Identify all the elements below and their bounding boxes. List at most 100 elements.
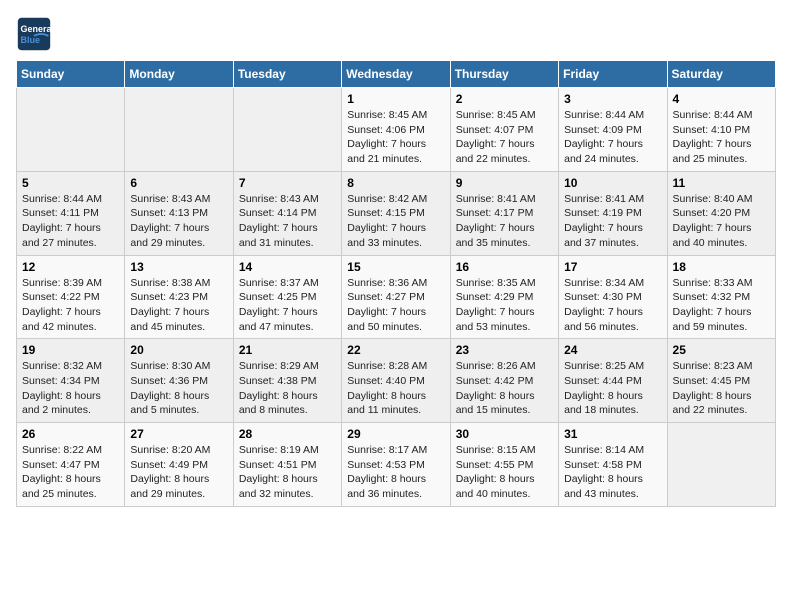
day-number: 1: [347, 92, 444, 106]
day-number: 25: [673, 343, 770, 357]
calendar-cell: 28Sunrise: 8:19 AMSunset: 4:51 PMDayligh…: [233, 423, 341, 507]
day-number: 5: [22, 176, 119, 190]
day-number: 22: [347, 343, 444, 357]
calendar-cell: 26 Sunrise: 8:22 AMSunset: 4:47 PMDayligh…: [17, 423, 125, 507]
calendar-body: 1 Sunrise: 8:45 AMSunset: 4:06 PMDaylight…: [17, 88, 776, 507]
calendar-week-2: 5 Sunrise: 8:44 AMSunset: 4:11 PMDaylight…: [17, 171, 776, 255]
calendar-cell: 25 Sunrise: 8:23 AMSunset: 4:45 PMDayligh…: [667, 339, 775, 423]
day-number: 23: [456, 343, 553, 357]
calendar-cell: 24 Sunrise: 8:25 AMSunset: 4:44 PMDayligh…: [559, 339, 667, 423]
calendar-week-4: 19Sunrise: 8:32 AMSunset: 4:34 PMDayligh…: [17, 339, 776, 423]
day-number: 4: [673, 92, 770, 106]
calendar-cell: 13 Sunrise: 8:38 AMSunset: 4:23 PMDayligh…: [125, 255, 233, 339]
calendar-table: SundayMondayTuesdayWednesdayThursdayFrid…: [16, 60, 776, 507]
calendar-cell: 23Sunrise: 8:26 AMSunset: 4:42 PMDayligh…: [450, 339, 558, 423]
calendar-cell: 18 Sunrise: 8:33 AMSunset: 4:32 PMDayligh…: [667, 255, 775, 339]
calendar-cell: 19Sunrise: 8:32 AMSunset: 4:34 PMDayligh…: [17, 339, 125, 423]
calendar-cell: 30Sunrise: 8:15 AMSunset: 4:55 PMDayligh…: [450, 423, 558, 507]
calendar-cell: 10 Sunrise: 8:41 AMSunset: 4:19 PMDayligh…: [559, 171, 667, 255]
calendar-cell: [667, 423, 775, 507]
day-number: 26: [22, 427, 119, 441]
day-number: 2: [456, 92, 553, 106]
day-number: 29: [347, 427, 444, 441]
day-info: Sunrise: 8:22 AMSunset: 4:47 PMDaylight:…: [22, 443, 119, 502]
day-number: 30: [456, 427, 553, 441]
day-info: Sunrise: 8:44 AMSunset: 4:11 PMDaylight:…: [22, 192, 119, 251]
calendar-cell: 3 Sunrise: 8:44 AMSunset: 4:09 PMDaylight…: [559, 88, 667, 172]
day-number: 31: [564, 427, 661, 441]
day-info: Sunrise: 8:41 AMSunset: 4:19 PMDaylight:…: [564, 192, 661, 251]
day-info: Sunrise: 8:44 AMSunset: 4:10 PMDaylight:…: [673, 108, 770, 167]
day-number: 8: [347, 176, 444, 190]
day-info: Sunrise: 8:14 AMSunset: 4:58 PMDaylight:…: [564, 443, 661, 502]
day-number: 21: [239, 343, 336, 357]
day-info: Sunrise: 8:30 AMSunset: 4:36 PMDaylight:…: [130, 359, 227, 418]
day-info: Sunrise: 8:44 AMSunset: 4:09 PMDaylight:…: [564, 108, 661, 167]
logo-icon: General Blue: [16, 16, 52, 52]
day-number: 15: [347, 260, 444, 274]
calendar-cell: 21 Sunrise: 8:29 AMSunset: 4:38 PMDayligh…: [233, 339, 341, 423]
day-number: 28: [239, 427, 336, 441]
weekday-header-wednesday: Wednesday: [342, 61, 450, 88]
day-number: 11: [673, 176, 770, 190]
day-number: 3: [564, 92, 661, 106]
weekday-row: SundayMondayTuesdayWednesdayThursdayFrid…: [17, 61, 776, 88]
day-number: 13: [130, 260, 227, 274]
day-number: 16: [456, 260, 553, 274]
day-number: 9: [456, 176, 553, 190]
calendar-cell: 5 Sunrise: 8:44 AMSunset: 4:11 PMDaylight…: [17, 171, 125, 255]
weekday-header-thursday: Thursday: [450, 61, 558, 88]
day-info: Sunrise: 8:37 AMSunset: 4:25 PMDaylight:…: [239, 276, 336, 335]
day-info: Sunrise: 8:33 AMSunset: 4:32 PMDaylight:…: [673, 276, 770, 335]
day-number: 7: [239, 176, 336, 190]
weekday-header-sunday: Sunday: [17, 61, 125, 88]
day-info: Sunrise: 8:41 AMSunset: 4:17 PMDaylight:…: [456, 192, 553, 251]
day-info: Sunrise: 8:45 AMSunset: 4:06 PMDaylight:…: [347, 108, 444, 167]
day-info: Sunrise: 8:25 AMSunset: 4:44 PMDaylight:…: [564, 359, 661, 418]
day-info: Sunrise: 8:43 AMSunset: 4:14 PMDaylight:…: [239, 192, 336, 251]
calendar-cell: 14 Sunrise: 8:37 AMSunset: 4:25 PMDayligh…: [233, 255, 341, 339]
day-number: 14: [239, 260, 336, 274]
day-number: 12: [22, 260, 119, 274]
calendar-cell: [125, 88, 233, 172]
day-info: Sunrise: 8:17 AMSunset: 4:53 PMDaylight:…: [347, 443, 444, 502]
calendar-week-3: 12Sunrise: 8:39 AMSunset: 4:22 PMDayligh…: [17, 255, 776, 339]
day-info: Sunrise: 8:42 AMSunset: 4:15 PMDaylight:…: [347, 192, 444, 251]
calendar-header: SundayMondayTuesdayWednesdayThursdayFrid…: [17, 61, 776, 88]
day-info: Sunrise: 8:36 AMSunset: 4:27 PMDaylight:…: [347, 276, 444, 335]
calendar-cell: 31 Sunrise: 8:14 AMSunset: 4:58 PMDayligh…: [559, 423, 667, 507]
day-number: 6: [130, 176, 227, 190]
day-info: Sunrise: 8:45 AMSunset: 4:07 PMDaylight:…: [456, 108, 553, 167]
day-number: 24: [564, 343, 661, 357]
logo: General Blue: [16, 16, 58, 52]
calendar-cell: [233, 88, 341, 172]
day-number: 27: [130, 427, 227, 441]
day-info: Sunrise: 8:23 AMSunset: 4:45 PMDaylight:…: [673, 359, 770, 418]
day-number: 20: [130, 343, 227, 357]
calendar-cell: 16 Sunrise: 8:35 AMSunset: 4:29 PMDayligh…: [450, 255, 558, 339]
weekday-header-saturday: Saturday: [667, 61, 775, 88]
calendar-cell: 29 Sunrise: 8:17 AMSunset: 4:53 PMDayligh…: [342, 423, 450, 507]
day-info: Sunrise: 8:29 AMSunset: 4:38 PMDaylight:…: [239, 359, 336, 418]
calendar-cell: 9 Sunrise: 8:41 AMSunset: 4:17 PMDaylight…: [450, 171, 558, 255]
day-number: 10: [564, 176, 661, 190]
calendar-cell: 1 Sunrise: 8:45 AMSunset: 4:06 PMDaylight…: [342, 88, 450, 172]
day-info: Sunrise: 8:28 AMSunset: 4:40 PMDaylight:…: [347, 359, 444, 418]
day-info: Sunrise: 8:43 AMSunset: 4:13 PMDaylight:…: [130, 192, 227, 251]
calendar-cell: [17, 88, 125, 172]
calendar-cell: 6 Sunrise: 8:43 AMSunset: 4:13 PMDaylight…: [125, 171, 233, 255]
calendar-cell: 22 Sunrise: 8:28 AMSunset: 4:40 PMDayligh…: [342, 339, 450, 423]
calendar-cell: 7 Sunrise: 8:43 AMSunset: 4:14 PMDaylight…: [233, 171, 341, 255]
day-number: 18: [673, 260, 770, 274]
calendar-cell: 11 Sunrise: 8:40 AMSunset: 4:20 PMDayligh…: [667, 171, 775, 255]
day-info: Sunrise: 8:35 AMSunset: 4:29 PMDaylight:…: [456, 276, 553, 335]
day-info: Sunrise: 8:38 AMSunset: 4:23 PMDaylight:…: [130, 276, 227, 335]
calendar-week-5: 26 Sunrise: 8:22 AMSunset: 4:47 PMDayligh…: [17, 423, 776, 507]
calendar-cell: 2 Sunrise: 8:45 AMSunset: 4:07 PMDaylight…: [450, 88, 558, 172]
day-info: Sunrise: 8:34 AMSunset: 4:30 PMDaylight:…: [564, 276, 661, 335]
svg-text:General: General: [21, 24, 53, 34]
header: General Blue: [16, 16, 776, 52]
svg-text:Blue: Blue: [21, 35, 41, 45]
day-info: Sunrise: 8:40 AMSunset: 4:20 PMDaylight:…: [673, 192, 770, 251]
day-number: 17: [564, 260, 661, 274]
